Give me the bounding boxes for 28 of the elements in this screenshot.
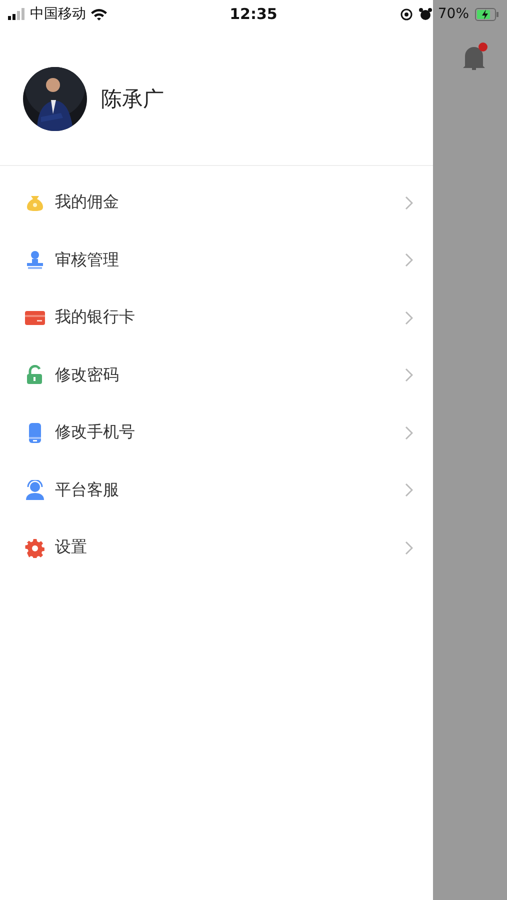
chevron-icon xyxy=(405,253,413,268)
chevron-icon xyxy=(405,483,413,498)
chevron-icon xyxy=(405,426,413,440)
bell-icon[interactable] xyxy=(461,42,489,72)
menu-item[interactable]: 设置 xyxy=(0,519,433,576)
agent-icon xyxy=(25,480,45,500)
chevron-icon xyxy=(405,368,413,382)
clock-time: 12:35 xyxy=(228,5,278,23)
gear-icon xyxy=(25,538,45,558)
stamp-icon xyxy=(25,250,45,270)
menu-item[interactable]: 修改手机号 xyxy=(0,404,433,462)
rotation-lock-icon xyxy=(400,8,413,20)
wifi-icon xyxy=(90,8,108,20)
lock-icon xyxy=(25,365,45,386)
carrier-name: 中国移动 xyxy=(30,5,86,23)
menu-item[interactable]: 审核管理 xyxy=(0,232,433,289)
chevron-icon xyxy=(405,196,413,210)
alarm-icon xyxy=(418,8,432,20)
menu-item[interactable]: 平台客服 xyxy=(0,462,433,519)
battery-percent: 70% xyxy=(438,6,470,22)
chevron-icon xyxy=(405,310,413,325)
menu-item[interactable]: 我的佣金 xyxy=(0,174,433,232)
signal-icon xyxy=(8,8,26,20)
menu-item[interactable]: 我的银行卡 xyxy=(0,289,433,346)
chevron-icon xyxy=(405,540,413,555)
menu-item[interactable]: 修改密码 xyxy=(0,346,433,404)
battery-icon xyxy=(475,8,500,20)
user-name: 陈承广 xyxy=(101,86,164,113)
